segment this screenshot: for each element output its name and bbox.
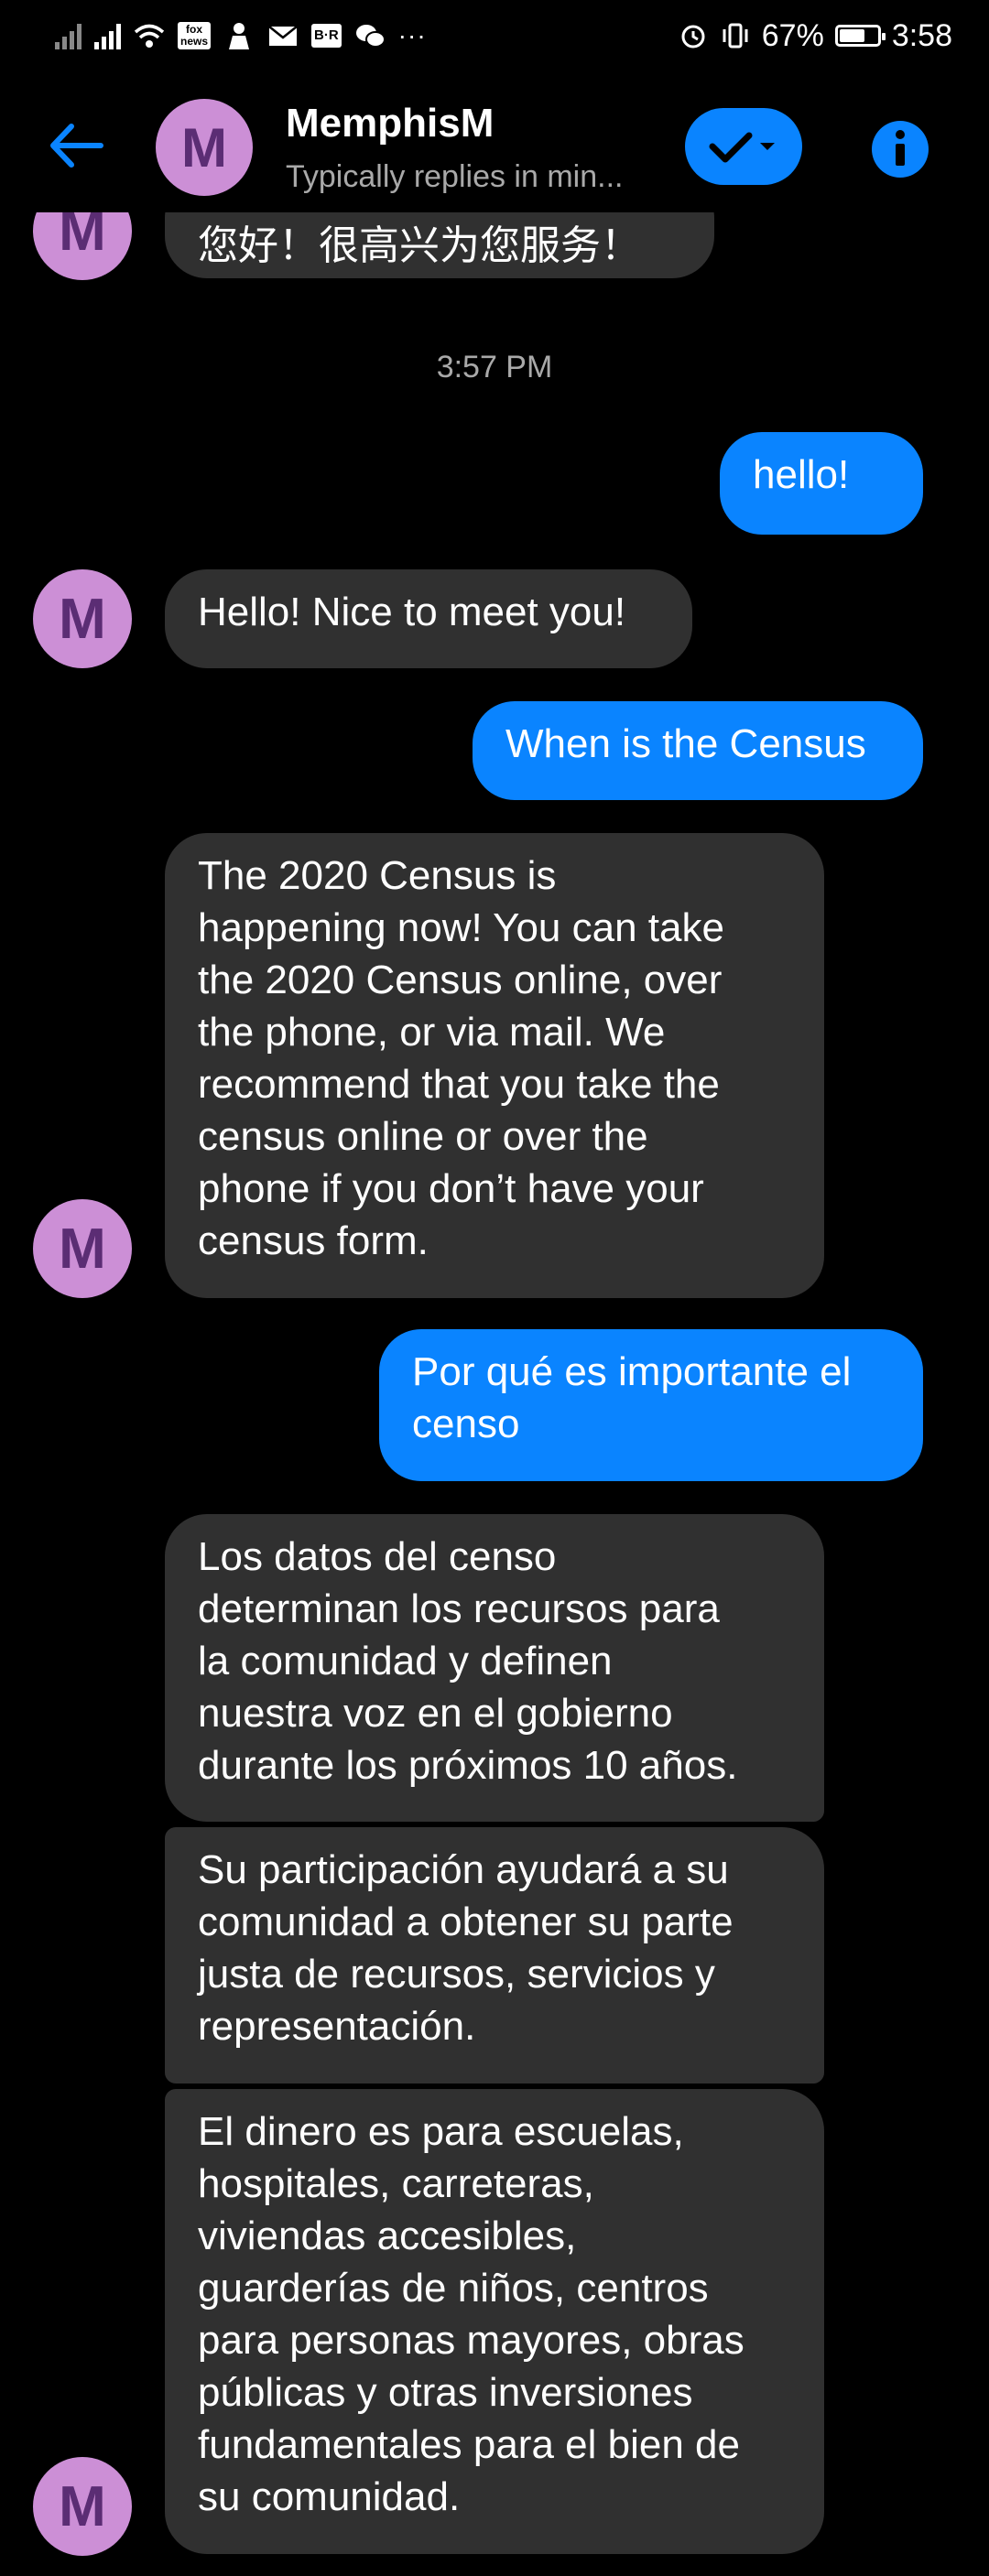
outgoing-message[interactable]: Por qué es importante el censo [379, 1329, 923, 1481]
avatar-letter: M [59, 587, 106, 651]
battery-icon [834, 25, 886, 47]
signal-icon [94, 22, 121, 49]
contact-avatar[interactable]: M [156, 99, 253, 196]
outgoing-message[interactable]: When is the Census [473, 701, 923, 800]
no-sim-signal-icon [55, 22, 82, 49]
incoming-message[interactable]: Los datos del censo determinan los recur… [165, 1514, 824, 1822]
back-arrow-icon[interactable] [44, 114, 108, 178]
message-timestamp: 3:57 PM [436, 350, 553, 384]
status-icons-left: fox news B·R ··· [55, 13, 427, 59]
bleacher-report-icon: B·R [311, 24, 342, 48]
vibrate-icon [723, 23, 748, 49]
incoming-message[interactable]: Su participación ayudará a su comunidad … [165, 1827, 824, 2084]
message-thread[interactable]: M 您好！很高兴为您服务！ 3:57 PM hello! M Hello! Ni… [0, 212, 989, 2576]
avatar-letter: M [181, 116, 227, 179]
fox-news-icon: fox news [178, 22, 211, 49]
wifi-icon [134, 24, 165, 48]
sender-avatar: M [33, 569, 132, 668]
conversation-header: M MemphisM Typically replies in min... [0, 75, 989, 212]
avatar-letter: M [59, 2474, 106, 2538]
person-icon [229, 23, 249, 49]
checkmark-dropdown-icon [709, 132, 775, 163]
wechat-icon [355, 25, 386, 48]
clock: 3:58 [891, 17, 952, 53]
contact-name[interactable]: MemphisM [286, 101, 494, 146]
incoming-message[interactable]: El dinero es para escuelas, hospitales, … [165, 2089, 824, 2554]
info-icon[interactable] [870, 119, 930, 179]
incoming-message[interactable]: Hello! Nice to meet you! [165, 569, 692, 668]
outgoing-message[interactable]: hello! [720, 432, 923, 535]
status-bar: fox news B·R ··· 67% 3:58 [0, 0, 989, 70]
more-notifications-icon: ··· [397, 21, 427, 49]
sender-avatar: M [33, 212, 132, 280]
message-text: 您好！很高兴为您服务！ [198, 223, 641, 268]
avatar-letter: M [59, 212, 106, 263]
status-icons-right: 67% 3:58 [678, 13, 952, 59]
message-text: When is the Census [505, 721, 866, 766]
alarm-icon [681, 25, 705, 49]
message-text: Hello! Nice to meet you! [198, 590, 626, 634]
incoming-message[interactable]: 您好！很高兴为您服务！ [165, 212, 714, 278]
message-text: hello! [753, 452, 850, 497]
incoming-message[interactable]: The 2020 Census is happening now! You ca… [165, 833, 824, 1298]
response-time-status: Typically replies in min... [286, 159, 624, 194]
mail-icon [268, 26, 298, 46]
sender-avatar: M [33, 2457, 132, 2556]
sender-avatar: M [33, 1199, 132, 1298]
battery-percent: 67% [761, 17, 824, 53]
avatar-letter: M [59, 1217, 106, 1281]
mark-done-button[interactable] [685, 108, 802, 185]
